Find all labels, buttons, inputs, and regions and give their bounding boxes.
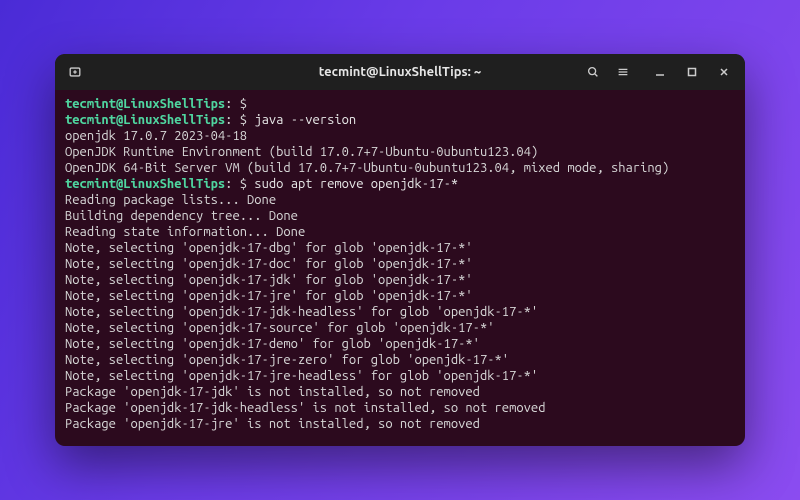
window-title: tecmint@LinuxShellTips: ~ — [55, 65, 745, 79]
minimize-icon — [654, 66, 666, 78]
terminal-window: tecmint@LinuxShellTips: ~ tecmint@LinuxS… — [55, 54, 745, 446]
prompt-user-host: tecmint@LinuxShellTips — [65, 97, 225, 111]
terminal-output-line: Package 'openjdk-17-jdk-headless' is not… — [65, 400, 735, 416]
prompt-command: sudo apt remove openjdk-17-* — [254, 177, 458, 191]
minimize-button[interactable] — [647, 59, 673, 85]
prompt-symbol: $ — [232, 97, 254, 111]
terminal-output-line: Note, selecting 'openjdk-17-doc' for glo… — [65, 256, 735, 272]
titlebar[interactable]: tecmint@LinuxShellTips: ~ — [55, 54, 745, 90]
maximize-button[interactable] — [679, 59, 705, 85]
search-icon — [586, 65, 600, 79]
terminal-output-line: Note, selecting 'openjdk-17-source' for … — [65, 320, 735, 336]
terminal-output-line: Building dependency tree... Done — [65, 208, 735, 224]
terminal-line: tecmint@LinuxShellTips: $ java --version — [65, 112, 735, 128]
new-tab-button[interactable] — [63, 60, 87, 84]
terminal-line: tecmint@LinuxShellTips: $ — [65, 96, 735, 112]
maximize-icon — [686, 66, 698, 78]
terminal-output-line: Note, selecting 'openjdk-17-demo' for gl… — [65, 336, 735, 352]
prompt-command: java --version — [254, 113, 356, 127]
terminal-output-line: openjdk 17.0.7 2023-04-18 — [65, 128, 735, 144]
terminal-output-line: Reading state information... Done — [65, 224, 735, 240]
terminal-output-line: Note, selecting 'openjdk-17-jre-zero' fo… — [65, 352, 735, 368]
terminal-output-line: OpenJDK Runtime Environment (build 17.0.… — [65, 144, 735, 160]
terminal-output-line: Reading package lists... Done — [65, 192, 735, 208]
terminal-line: tecmint@LinuxShellTips: $ sudo apt remov… — [65, 176, 735, 192]
terminal-output-line: Package 'openjdk-17-jre' is not installe… — [65, 416, 735, 432]
prompt-symbol: $ — [232, 113, 254, 127]
prompt-user-host: tecmint@LinuxShellTips — [65, 177, 225, 191]
terminal-output-line: Package 'openjdk-17-jdk' is not installe… — [65, 384, 735, 400]
prompt-user-host: tecmint@LinuxShellTips — [65, 113, 225, 127]
search-button[interactable] — [581, 60, 605, 84]
close-icon — [718, 66, 730, 78]
terminal-output-line: Note, selecting 'openjdk-17-dbg' for glo… — [65, 240, 735, 256]
prompt-symbol: $ — [232, 177, 254, 191]
terminal-body[interactable]: tecmint@LinuxShellTips: $ tecmint@LinuxS… — [55, 90, 745, 446]
menu-button[interactable] — [611, 60, 635, 84]
new-tab-icon — [68, 65, 82, 79]
close-button[interactable] — [711, 59, 737, 85]
terminal-output-line: Note, selecting 'openjdk-17-jdk' for glo… — [65, 272, 735, 288]
window-controls — [647, 59, 737, 85]
terminal-output-line: Note, selecting 'openjdk-17-jre' for glo… — [65, 288, 735, 304]
hamburger-icon — [616, 65, 630, 79]
terminal-output-line: Note, selecting 'openjdk-17-jdk-headless… — [65, 304, 735, 320]
terminal-output-line: Note, selecting 'openjdk-17-jre-headless… — [65, 368, 735, 384]
terminal-output-line: OpenJDK 64-Bit Server VM (build 17.0.7+7… — [65, 160, 735, 176]
